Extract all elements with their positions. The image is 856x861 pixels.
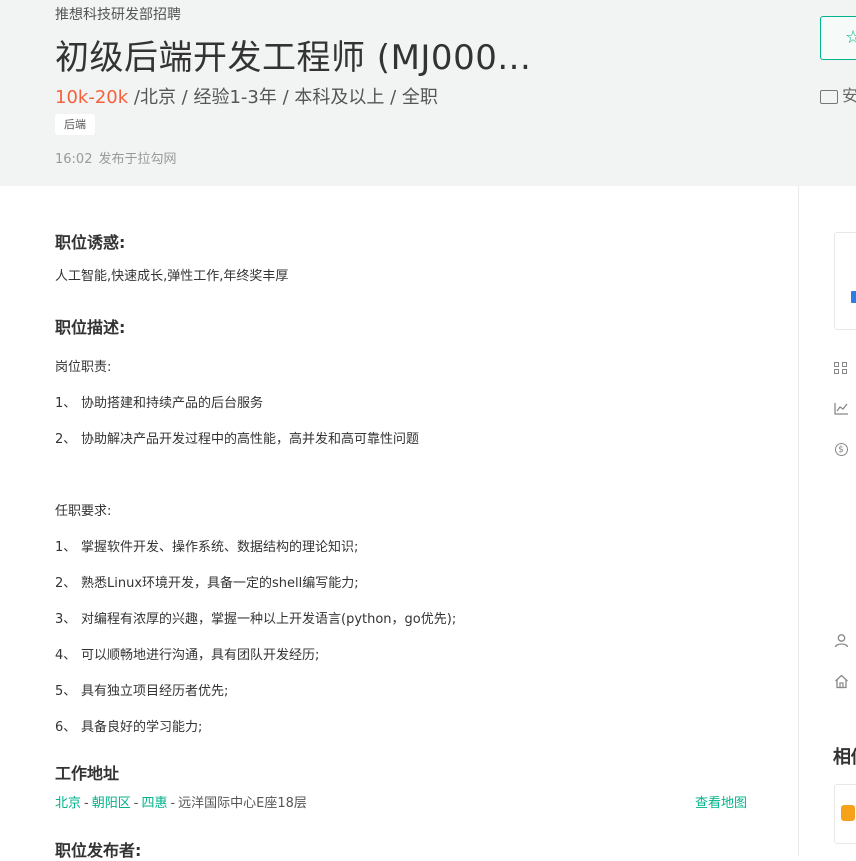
requirement-text: 具有独立项目经历者优先; [81,684,229,699]
view-map-link[interactable]: 查看地图 [695,792,747,811]
chart-icon [833,400,849,416]
address-area-link[interactable]: 四惠 [141,796,167,811]
job-header: 推想科技研发部招聘 初级后端开发工程师 (MJ000... 10k-20k /北… [0,0,856,186]
publish-time: 16:02 [55,152,93,167]
work-address: 北京 - 朝阳区 - 四惠 - 远洋国际中心E座18层 [55,792,307,811]
job-meta: 10k-20k /北京 / 经验1-3年 / 本科及以上 / 全职 [55,83,438,109]
grid-icon [833,360,849,376]
publish-info: 16:02 发布于拉勾网 [55,148,176,167]
similar-company-logo[interactable] [834,784,856,844]
requirement-number: 2、 [55,576,77,591]
report-link[interactable]: 安 [820,82,856,106]
address-city-link[interactable]: 北京 [55,796,81,811]
duty-number: 1、 [55,396,77,411]
requirement-item: 6、 具备良好的学习能力; [55,716,202,735]
job-tag[interactable]: 后端 [55,114,95,135]
duty-number: 2、 [55,432,77,447]
coin-icon: $ [833,441,849,457]
duty-text: 协助解决产品开发过程中的高性能，高并发和高可靠性问题 [81,432,420,447]
requirements-heading: 任职要求: [55,504,112,519]
duty-item: 1、 协助搭建和持续产品的后台服务 [55,392,263,411]
similar-jobs-heading: 相似 [833,747,856,768]
home-icon [833,673,849,689]
requirement-number: 3、 [55,612,77,627]
requirement-text: 熟悉Linux环境开发，具备一定的shell编写能力; [81,576,359,591]
company-logo-fragment [851,291,856,303]
description-title: 职位描述: [55,318,126,337]
company-card[interactable] [834,232,856,330]
salary-range: 10k-20k [55,87,129,108]
requirement-number: 4、 [55,648,77,663]
requirement-item: 3、 对编程有浓厚的兴趣，掌握一种以上开发语言(python，go优先); [55,608,456,627]
address-district-link[interactable]: 朝阳区 [92,796,131,811]
requirement-number: 6、 [55,720,77,735]
requirement-text: 对编程有浓厚的兴趣，掌握一种以上开发语言(python，go优先); [81,612,457,627]
duties-heading: 岗位职责: [55,360,112,375]
address-detail: 远洋国际中心E座18层 [178,796,307,811]
department-label: 推想科技研发部招聘 [55,7,181,23]
duty-text: 协助搭建和持续产品的后台服务 [81,396,264,411]
report-icon [820,89,838,104]
requirement-item: 4、 可以顺畅地进行沟通，具有团队开发经历; [55,644,319,663]
perks-text: 人工智能,快速成长,弹性工作,年终奖丰厚 [55,269,289,284]
favorite-button[interactable]: ☆ [820,16,856,60]
requirement-text: 具备良好的学习能力; [81,720,203,735]
address-separator: - [84,796,89,811]
company-logo-mark [841,805,855,821]
job-title: 初级后端开发工程师 (MJ000... [55,38,532,78]
job-details: /北京 / 经验1-3年 / 本科及以上 / 全职 [128,87,438,108]
requirement-number: 1、 [55,540,77,555]
requirement-item: 1、 掌握软件开发、操作系统、数据结构的理论知识; [55,536,358,555]
requirement-item: 2、 熟悉Linux环境开发，具备一定的shell编写能力; [55,572,359,591]
publish-source: 发布于拉勾网 [98,152,177,167]
address-title: 工作地址 [55,764,120,783]
report-label: 安 [842,86,856,105]
requirement-number: 5、 [55,684,77,699]
job-detail-main [0,186,798,856]
user-icon [833,632,849,648]
duty-item: 2、 协助解决产品开发过程中的高性能，高并发和高可靠性问题 [55,428,419,447]
perks-title: 职位诱惑: [55,233,126,252]
requirement-item: 5、 具有独立项目经历者优先; [55,680,228,699]
address-separator: - [133,796,139,811]
star-icon: ☆ [845,27,856,48]
requirement-text: 掌握软件开发、操作系统、数据结构的理论知识; [81,540,359,555]
address-separator: - [170,796,176,811]
requirement-text: 可以顺畅地进行沟通，具有团队开发经历; [81,648,320,663]
publisher-title: 职位发布者: [55,841,142,860]
